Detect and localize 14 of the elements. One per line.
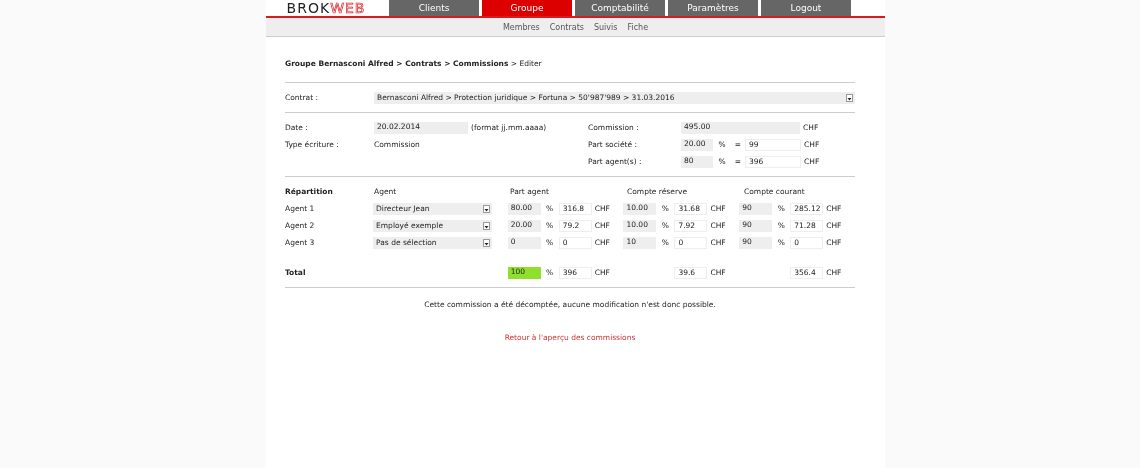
sub-nav-link[interactable]: Membres: [502, 22, 540, 32]
nav-tab[interactable]: Logout: [761, 0, 851, 16]
caret-icon: [483, 238, 491, 247]
nav-tab[interactable]: Groupe: [482, 0, 572, 16]
caret-icon: [483, 204, 491, 213]
sub-nav-link[interactable]: Contrats: [549, 22, 584, 32]
sub-nav-link[interactable]: Suivis: [593, 22, 618, 32]
caret-icon: [846, 93, 853, 102]
nav-tab[interactable]: Comptabilité: [575, 0, 665, 16]
nav-tab[interactable]: Paramètres: [668, 0, 758, 16]
caret-icon: [483, 221, 491, 230]
nav-tab[interactable]: Clients: [389, 0, 479, 16]
logo: BROKWEB: [285, 0, 367, 16]
sub-nav-link[interactable]: Fiche: [627, 22, 649, 32]
